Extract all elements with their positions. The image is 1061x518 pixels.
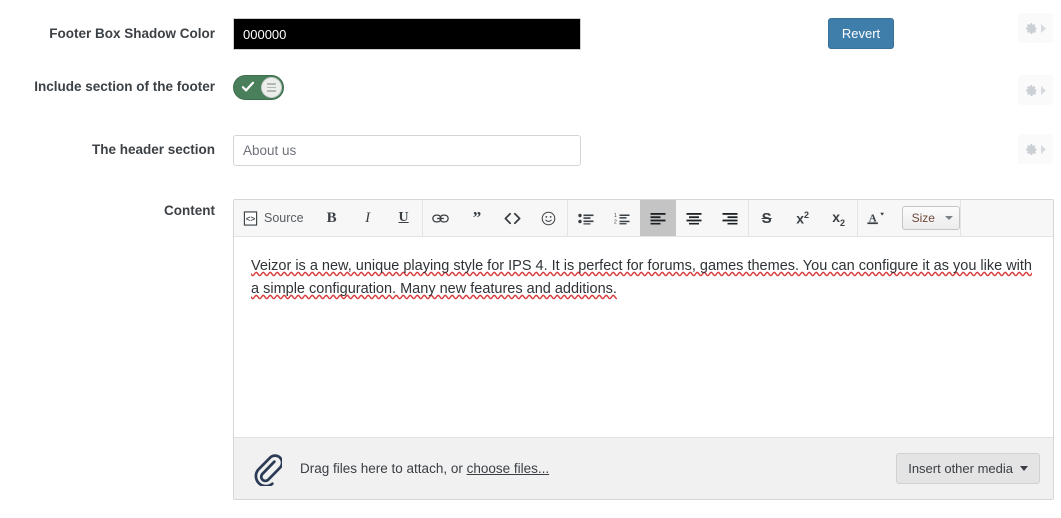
editor-content-area[interactable]: Veizor is a new, unique playing style fo… [234,237,1053,437]
source-icon: <> [243,210,258,226]
settings-gear-button-2[interactable] [1018,75,1053,105]
include-footer-toggle[interactable] [233,75,284,100]
editor-toolbar: <> Source B I U ” 1 2 S x2 x2 A Size [234,200,1053,237]
numbered-list-icon: 1 2 [614,213,630,225]
emoticon-button[interactable] [531,200,567,236]
field-header-section [233,135,581,166]
caret-right-icon [1040,85,1046,95]
checkmark-icon [242,81,254,92]
editor-paragraph: Veizor is a new, unique playing style fo… [251,255,1035,301]
paperclip-icon [254,453,282,486]
gear-icon [1018,13,1053,43]
text-color-button[interactable]: A [858,200,894,236]
code-icon [504,212,521,224]
color-hex-input[interactable] [233,18,581,50]
svg-text:2: 2 [614,219,617,224]
toolbar-group-insert: ” [423,200,568,236]
gear-icon [1018,75,1053,105]
settings-gear-button-3[interactable] [1018,134,1053,164]
insert-other-media-label: Insert other media [908,461,1013,476]
align-right-icon [722,212,738,224]
toggle-knob [261,77,282,98]
superscript-icon: x2 [796,209,810,227]
attachment-instructions: Drag files here to attach, or choose fil… [300,461,549,476]
field-footer-box-shadow-color: Revert [233,18,894,50]
rich-text-editor: <> Source B I U ” 1 2 S x2 x2 A Size Vei… [233,199,1054,500]
font-size-select[interactable]: Size [901,206,960,230]
blockquote-icon: ” [472,211,481,225]
italic-button[interactable]: I [350,200,386,236]
settings-gear-button-1[interactable] [1018,13,1053,43]
editor-paragraph-text: Veizor is a new, unique playing style fo… [251,258,1032,297]
text-color-icon: A [867,212,885,224]
field-include-footer-section [233,75,284,100]
link-icon [432,213,449,223]
emoticon-icon [541,211,556,225]
code-button[interactable] [495,200,531,236]
revert-button[interactable]: Revert [828,18,894,49]
label-include-section-of-the-footer: Include section of the footer [34,79,215,94]
source-button[interactable]: <> Source [234,200,314,236]
align-center-icon [686,212,702,224]
caret-right-icon [1040,23,1046,33]
align-left-button[interactable] [639,200,676,236]
header-section-input[interactable] [233,135,581,166]
toolbar-group-text-effects: S x2 x2 [749,200,858,236]
svg-text:”: ” [472,211,481,225]
align-left-icon [650,212,666,224]
superscript-button[interactable]: x2 [785,200,821,236]
toolbar-group-basic: <> Source B I U [234,200,423,236]
choose-files-link[interactable]: choose files... [467,461,550,476]
svg-text:1: 1 [614,213,617,219]
blockquote-button[interactable]: ” [459,200,495,236]
strikethrough-button[interactable]: S [749,200,785,236]
drag-files-text: Drag files here to attach, or [300,461,467,476]
source-button-label: Source [264,211,304,225]
link-button[interactable] [423,200,459,236]
label-the-header-section: The header section [91,142,215,157]
numbered-list-button[interactable]: 1 2 [604,200,640,236]
bold-icon: B [326,209,337,226]
strikethrough-icon: S [761,209,772,227]
chevron-down-icon [1020,466,1028,471]
insert-other-media-button[interactable]: Insert other media [896,453,1040,484]
toolbar-group-color-size: A Size [858,200,961,236]
label-content: Content [164,203,215,218]
label-footer-box-shadow-color: Footer Box Shadow Color [49,26,215,41]
font-size-select-label: Size [911,211,935,225]
svg-text:<>: <> [246,214,256,223]
bulleted-list-icon [577,213,594,224]
underline-icon: U [398,210,409,225]
gear-icon [1018,134,1053,164]
caret-right-icon [1040,144,1046,154]
subscript-button[interactable]: x2 [821,200,857,236]
align-center-button[interactable] [676,200,712,236]
attachment-bar: Drag files here to attach, or choose fil… [234,437,1053,499]
underline-button[interactable]: U [386,200,422,236]
chevron-down-icon [944,216,953,220]
bulleted-list-button[interactable] [568,200,604,236]
subscript-icon: x2 [832,208,846,228]
toolbar-group-lists-align: 1 2 [568,200,749,236]
italic-icon: I [365,209,371,226]
align-right-button[interactable] [712,200,748,236]
bold-button[interactable]: B [314,200,350,236]
